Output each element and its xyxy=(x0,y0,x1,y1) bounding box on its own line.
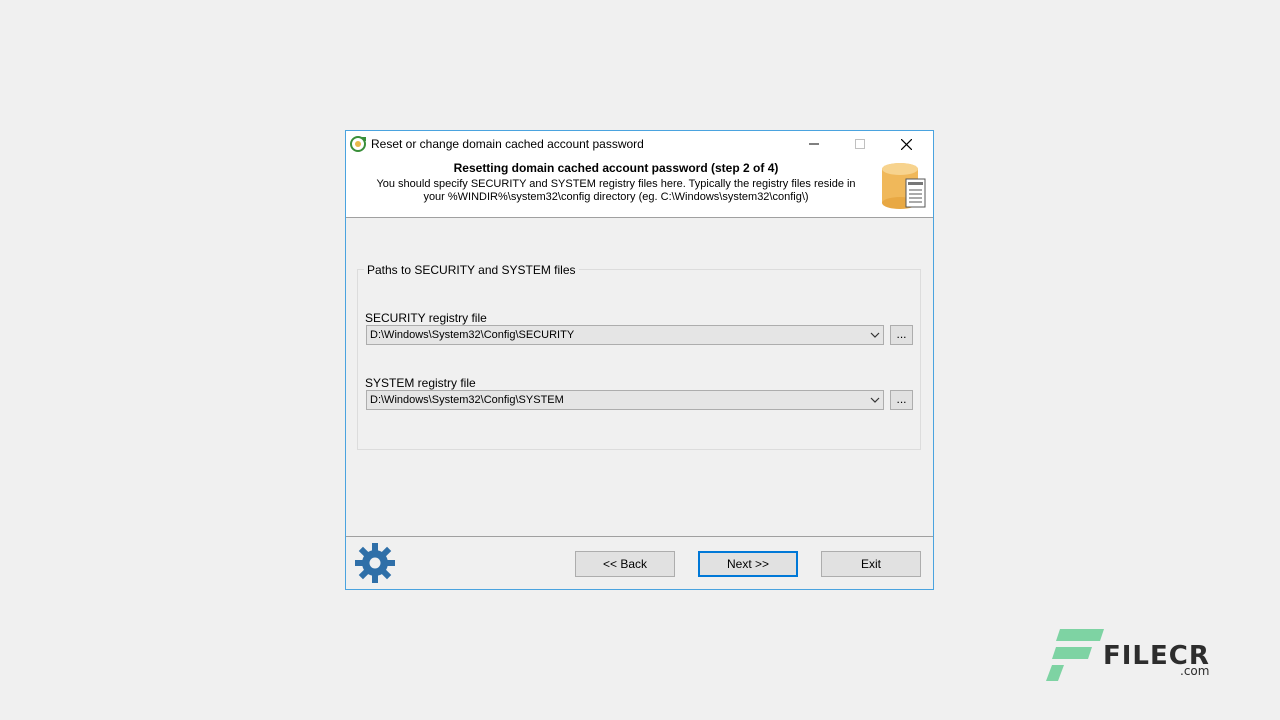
next-button[interactable]: Next >> xyxy=(698,551,798,577)
groupbox-legend: Paths to SECURITY and SYSTEM files xyxy=(364,263,579,277)
watermark-suffix: .com xyxy=(1180,664,1210,678)
close-button[interactable] xyxy=(883,131,929,157)
database-registry-icon xyxy=(882,163,926,209)
maximize-icon xyxy=(855,139,865,149)
step-description: You should specify SECURITY and SYSTEM r… xyxy=(376,178,856,203)
system-file-value: D:\Windows\System32\Config\SYSTEM xyxy=(370,394,564,406)
minimize-button[interactable] xyxy=(791,131,837,157)
step-title: Resetting domain cached account password… xyxy=(453,161,779,175)
minimize-icon xyxy=(809,143,819,145)
browse-system-button[interactable]: ... xyxy=(890,390,913,410)
wizard-window: Reset or change domain cached account pa… xyxy=(345,130,934,590)
refresh-key-icon xyxy=(350,136,366,152)
browse-security-button[interactable]: ... xyxy=(890,325,913,345)
paths-groupbox: Paths to SECURITY and SYSTEM files xyxy=(357,263,921,450)
footer-divider xyxy=(346,536,933,537)
system-file-label: SYSTEM registry file xyxy=(365,376,476,390)
title-bar[interactable]: Reset or change domain cached account pa… xyxy=(346,131,933,157)
security-file-value: D:\Windows\System32\Config\SECURITY xyxy=(370,329,575,341)
wizard-header: Resetting domain cached account password… xyxy=(346,157,933,218)
window-title: Reset or change domain cached account pa… xyxy=(371,137,644,151)
filecr-logo-icon xyxy=(1046,629,1104,681)
filecr-watermark: FILECR .com xyxy=(1046,627,1216,683)
system-file-combobox[interactable]: D:\Windows\System32\Config\SYSTEM xyxy=(366,390,884,410)
exit-button[interactable]: Exit xyxy=(821,551,921,577)
chevron-down-icon[interactable] xyxy=(870,330,880,340)
security-file-combobox[interactable]: D:\Windows\System32\Config\SECURITY xyxy=(366,325,884,345)
chevron-down-icon[interactable] xyxy=(870,395,880,405)
back-button[interactable]: << Back xyxy=(575,551,675,577)
gear-icon xyxy=(355,543,395,583)
close-icon xyxy=(900,138,912,150)
security-file-label: SECURITY registry file xyxy=(365,311,487,325)
maximize-button[interactable] xyxy=(837,131,883,157)
